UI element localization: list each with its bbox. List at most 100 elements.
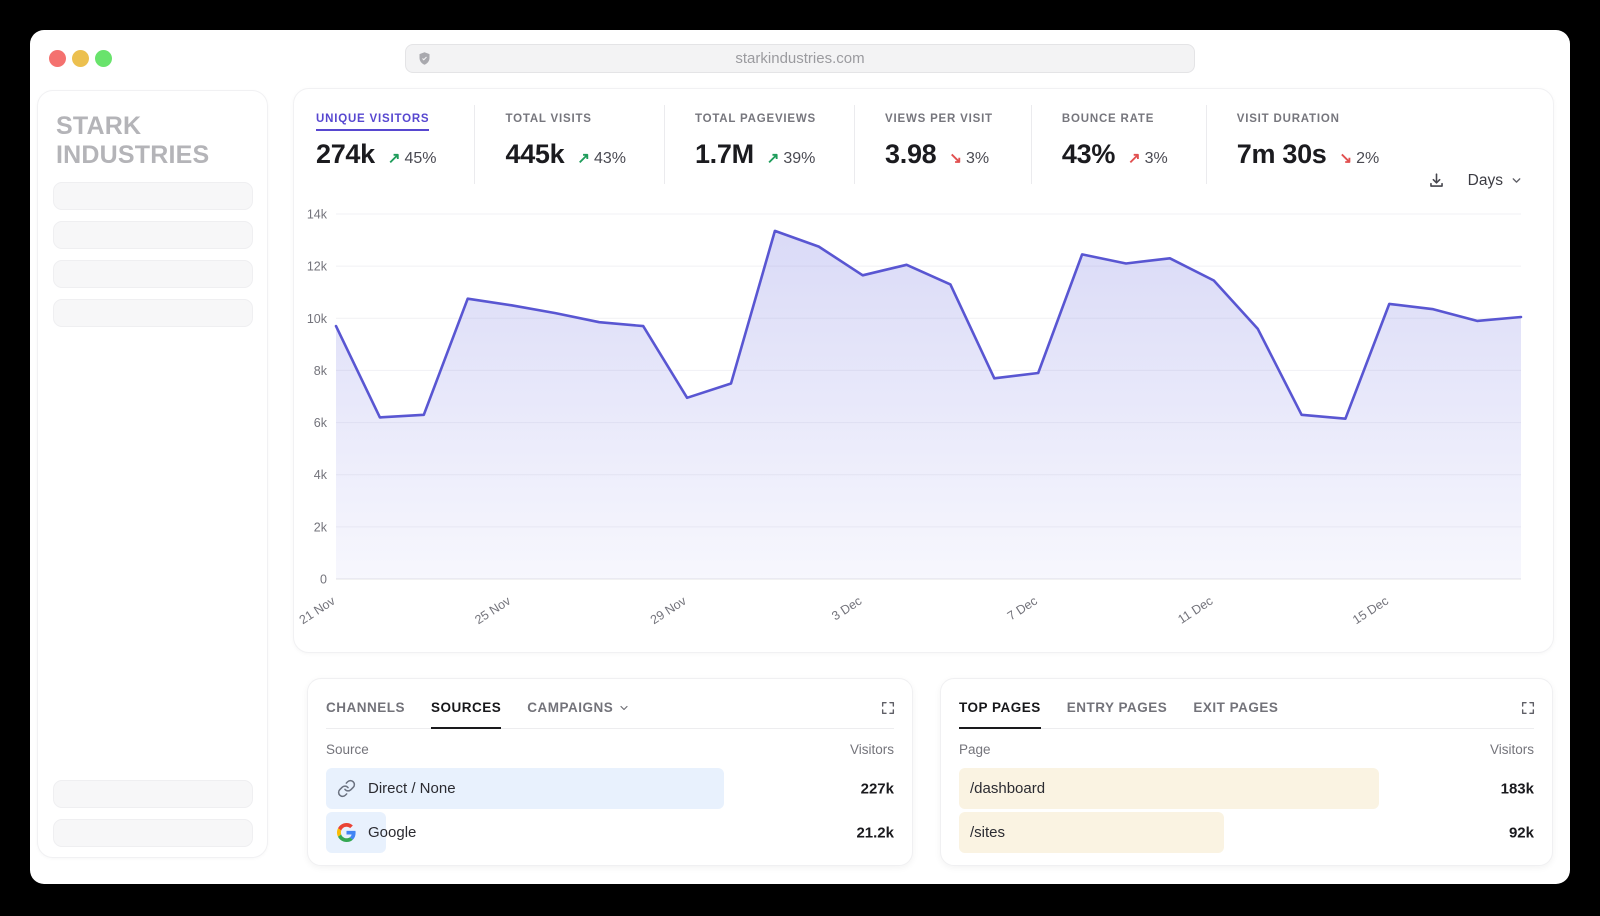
stat-bounce-rate[interactable]: BOUNCE RATE 43%↗3% [1031,105,1206,184]
link-icon [337,779,356,798]
close-button[interactable] [49,50,66,67]
stat-change: 45% [404,150,436,168]
trend-down-icon: ↘ [1340,149,1353,167]
stat-views-per-visit[interactable]: VIEWS PER VISIT3.98↘3% [854,105,1031,184]
tab-label: ENTRY PAGES [1067,700,1168,715]
expand-icon[interactable] [880,700,896,716]
x-axis-labels: 21 Nov25 Nov29 Nov3 Dec7 Dec11 Dec15 Dec [297,593,1391,627]
address-bar[interactable]: starkindustries.com [405,44,1195,73]
stat-value-row: 1.7M ↗39% [695,139,816,170]
download-button[interactable] [1427,171,1446,190]
stat-label: UNIQUE VISITORS [316,113,429,131]
column-header-metric: Visitors [850,742,894,757]
x-tick-label: 15 Dec [1350,594,1391,627]
x-tick-label: 11 Dec [1175,594,1215,627]
y-tick-label: 6k [314,416,328,430]
row-content: Google [326,812,894,853]
column-header-dim: Page [959,742,991,757]
x-tick-label: 29 Nov [648,593,689,627]
google-icon [337,823,356,842]
chart-toolbar: Days [1427,171,1523,190]
stat-value-row: 274k ↗45% [316,139,436,170]
stat-value: 1.7M [695,139,754,170]
trend-up-icon: ↗ [388,149,401,167]
trend-up-icon: ↗ [767,149,780,167]
row-value: 183k [1501,780,1534,797]
y-tick-label: 4k [314,468,328,482]
trend-down-icon: ↘ [949,149,962,167]
y-tick-label: 8k [314,364,328,378]
interval-label: Days [1468,172,1503,190]
desktop-background: starkindustries.com STARK INDUSTRIES UNI… [0,0,1600,916]
sources-card: CHANNELS SOURCES CAMPAIGNS Source Visitors… [307,678,913,866]
stat-value: 445k [505,139,564,170]
stat-label: TOTAL PAGEVIEWS [695,113,816,131]
tab-label: SOURCES [431,700,501,715]
tab-top-pages[interactable]: TOP PAGES [959,700,1041,728]
stat-label: BOUNCE RATE [1062,113,1154,131]
stat-total-pageviews[interactable]: TOTAL PAGEVIEWS 1.7M ↗39% [664,105,854,184]
sidebar: STARK INDUSTRIES [37,90,268,858]
table-row[interactable]: Direct / None227k [326,768,894,809]
tab-campaigns[interactable]: CAMPAIGNS [527,700,630,728]
table-row[interactable]: /dashboard183k [959,768,1534,809]
minimize-button[interactable] [72,50,89,67]
sidebar-placeholder-item [53,182,253,210]
row-content: /dashboard [959,768,1534,809]
analytics-card: UNIQUE VISITORS274k↗45%TOTAL VISITS445k↗… [293,88,1554,653]
table-header: Page Visitors [959,729,1534,765]
y-tick-label: 2k [314,520,328,534]
row-content: /sites [959,812,1534,853]
row-value: 21.2k [856,824,894,841]
trend-up-icon: ↗ [577,149,590,167]
y-tick-label: 14k [307,208,328,222]
visitors-area-chart[interactable]: 0 2k 4k 6k 8k 10k 12k 14k 21 Nov 25 Nov 29 Nov 3 De… [294,201,1553,641]
sidebar-placeholder-item [53,221,253,249]
tab-entry-pages[interactable]: ENTRY PAGES [1067,700,1168,728]
stat-value: 7m 30s [1237,139,1327,170]
stat-visit-duration[interactable]: VISIT DURATION7m 30s↘2% [1206,105,1417,184]
row-content: Direct / None [326,768,894,809]
y-tick-label: 0 [320,573,327,587]
row-value: 227k [861,780,894,797]
x-tick-label: 3 Dec [829,594,864,624]
tab-label: TOP PAGES [959,700,1041,715]
stat-change: 3% [966,150,989,168]
column-header-dim: Source [326,742,369,757]
url-text: starkindustries.com [406,50,1194,67]
stat-value-row: 3.98↘3% [885,139,993,170]
window-controls [49,50,112,67]
stat-unique-visitors[interactable]: UNIQUE VISITORS 274k ↗45% [294,105,474,184]
table-row[interactable]: /sites92k [959,812,1534,853]
tab-sources[interactable]: SOURCES [431,700,501,728]
tab-label: CAMPAIGNS [527,700,613,715]
stat-change: 2% [1356,150,1379,168]
stat-value: 274k [316,139,375,170]
pages-table: /dashboard183k/sites92k [959,768,1534,853]
stat-value-row: 43%↗3% [1062,139,1168,170]
tab-channels[interactable]: CHANNELS [326,700,405,728]
sidebar-placeholder-item [53,260,253,288]
interval-dropdown[interactable]: Days [1468,172,1523,190]
sidebar-placeholder-item [53,819,253,847]
chevron-down-icon [618,702,630,714]
x-tick-label: 21 Nov [297,593,338,627]
table-row[interactable]: Google 21.2k [326,812,894,853]
download-icon [1427,171,1446,190]
stat-change: 39% [783,150,815,168]
y-tick-label: 12k [307,260,328,274]
x-tick-label: 25 Nov [472,593,513,627]
stat-total-visits[interactable]: TOTAL VISITS445k↗43% [474,105,663,184]
expand-icon[interactable] [1520,700,1536,716]
row-value: 92k [1509,824,1534,841]
column-header-metric: Visitors [1490,742,1534,757]
zoom-button[interactable] [95,50,112,67]
y-tick-label: 10k [307,312,328,326]
table-header: Source Visitors [326,729,894,765]
sources-tabs: CHANNELS SOURCES CAMPAIGNS [326,679,894,729]
metrics-bar: UNIQUE VISITORS274k↗45%TOTAL VISITS445k↗… [294,89,1553,184]
tab-exit-pages[interactable]: EXIT PAGES [1193,700,1278,728]
row-label: Google [368,824,416,841]
y-axis-labels: 0 2k 4k 6k 8k 10k 12k 14k [307,208,328,587]
sidebar-placeholder-item [53,299,253,327]
